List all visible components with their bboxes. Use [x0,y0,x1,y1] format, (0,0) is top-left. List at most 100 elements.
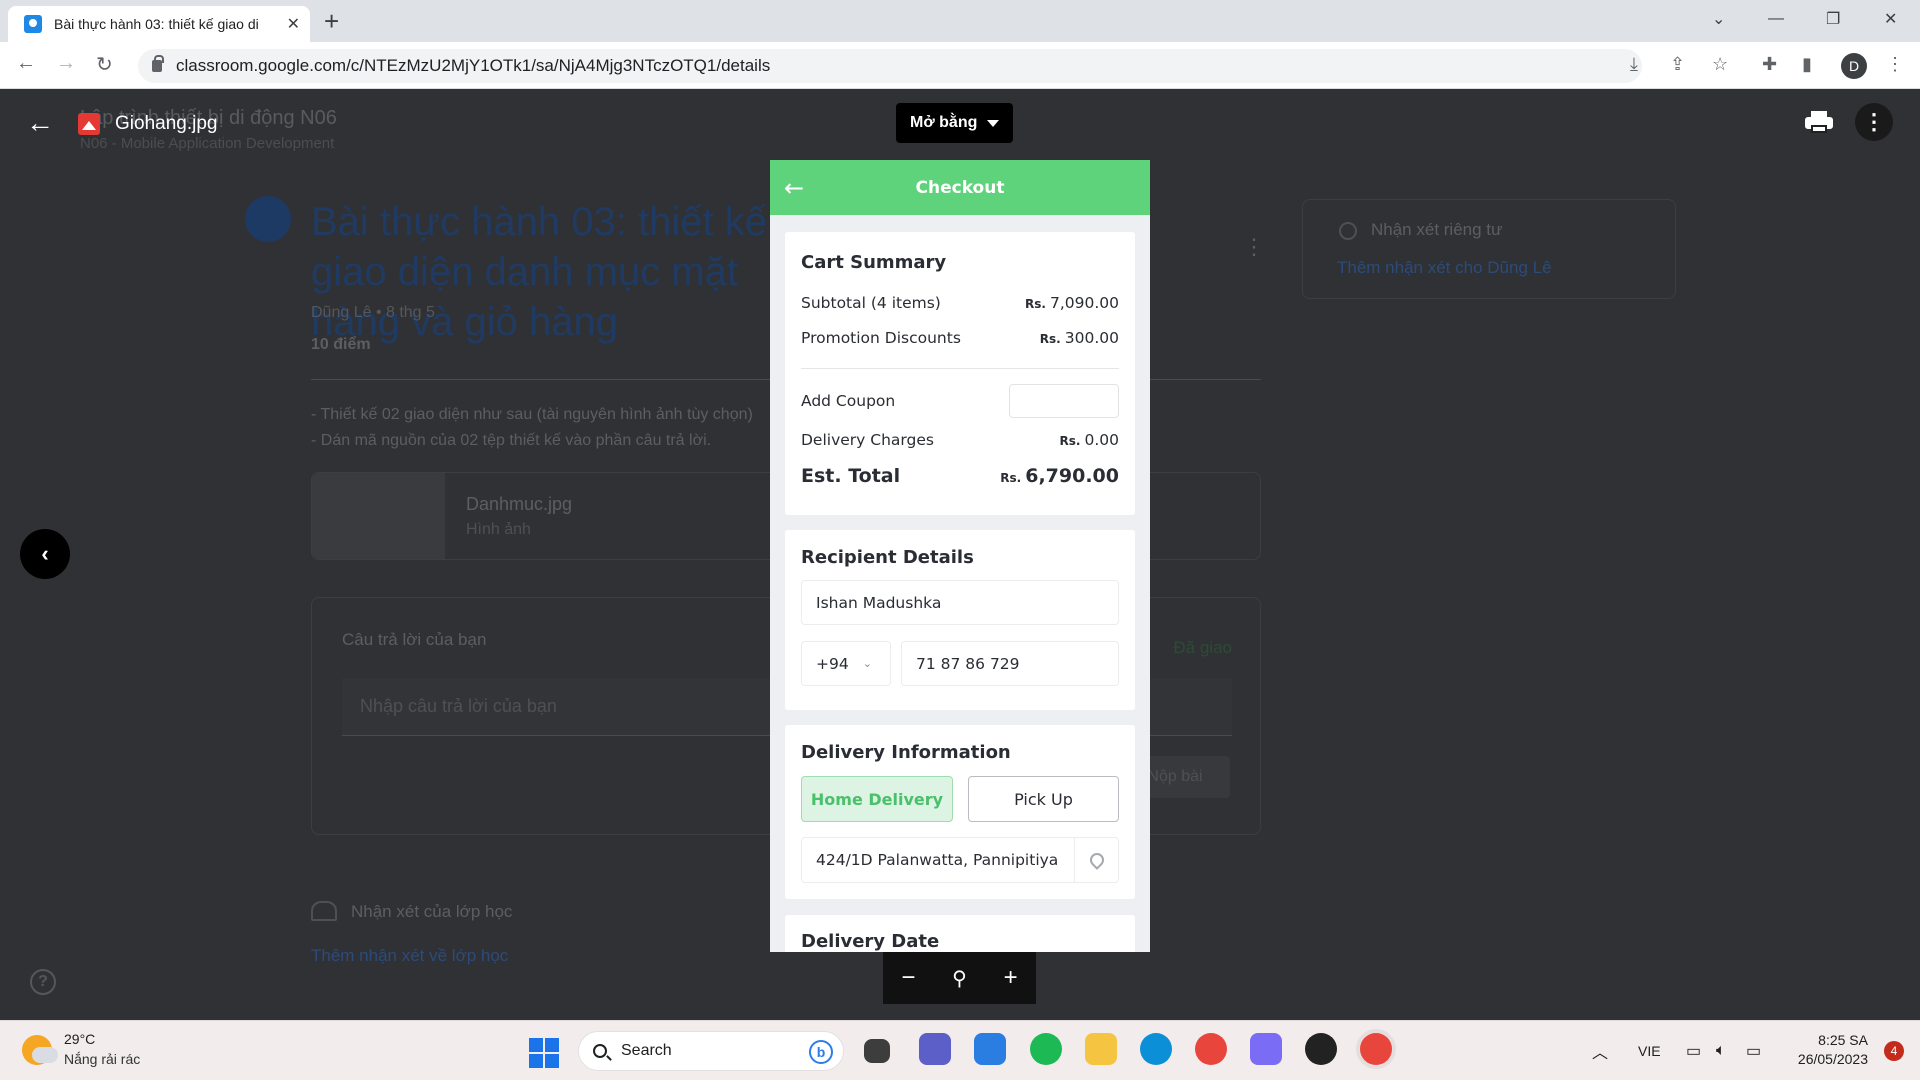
profile-avatar[interactable]: D [1841,53,1867,79]
restore-icon[interactable]: ❐ [1826,0,1840,38]
add-class-comment-link: Thêm nhận xét về lớp học [311,946,509,965]
answer-title: Câu trả lời của bạn [342,630,487,649]
currency-label: Rs. [1000,471,1022,485]
url-text: classroom.google.com/c/NTEzMzU2MjY1OTk1/… [176,56,771,75]
image-preview: ← Checkout Cart Summary Subtotal (4 item… [770,160,1150,952]
coupon-label: Add Coupon [801,392,896,410]
chrome-profile-icon[interactable] [1360,1033,1392,1065]
minimize-icon[interactable]: — [1768,0,1784,38]
search-label: Search [621,1042,672,1059]
person-icon [1339,222,1357,240]
battery-icon[interactable]: ▭ [1746,1021,1761,1080]
assignment-title: Bài thực hành 03: thiết kế giao diện dan… [311,200,767,344]
people-icon [311,901,337,921]
network-icon[interactable]: ▭ [1686,1021,1701,1080]
reload-icon[interactable]: ↻ [96,52,113,77]
subtotal-label: Subtotal (4 items) [801,294,941,312]
lock-icon[interactable] [152,55,164,72]
file-explorer-icon[interactable] [1085,1033,1117,1065]
viewer-toolbar: ← Giohang.jpg Mở bằng ⋮ [0,89,1920,159]
close-viewer-back-icon[interactable]: ← [26,107,54,139]
delivery-date-title: Delivery Date [801,931,940,952]
spotify-icon[interactable] [1030,1033,1062,1065]
share-icon[interactable]: ⇪ [1670,54,1685,75]
print-icon[interactable] [1805,111,1833,133]
zoom-in-icon[interactable]: + [1004,964,1018,992]
country-code-select: +94 ⌄ [801,641,891,686]
previous-file-button[interactable]: ‹ [20,529,70,579]
recipient-title: Recipient Details [801,547,974,568]
more-vert-icon[interactable]: ⋮ [1855,103,1893,141]
copilot-icon[interactable] [1250,1033,1282,1065]
clock-date: 26/05/2023 [1797,1051,1868,1067]
teams-chat-icon[interactable] [919,1033,951,1065]
notification-badge[interactable]: 4 [1884,1041,1904,1061]
chrome-menu-icon[interactable]: ⋮ [1886,54,1904,75]
private-comments-label: Nhận xét riêng tư [1371,220,1503,239]
zoom-controls: − ⚲ + [883,952,1036,1004]
country-code-value: +94 [816,654,849,673]
taskbar: 29°C Nắng rải rác Search b ︿ VIE ▭ 🔈︎ ▭ … [0,1020,1920,1080]
currency-label: Rs. [1039,332,1061,346]
currency-label: Rs. [1059,434,1081,448]
side-panel-icon[interactable]: ▮ [1802,54,1812,75]
delivery-information-card: Delivery Information Home Delivery Pick … [785,725,1135,899]
address-field: 424/1D Palanwatta, Pannipitiya [801,837,1119,883]
temperature: 29°C [64,1031,96,1047]
bookmark-star-icon[interactable]: ☆ [1712,54,1728,75]
answer-status: Đã giao [1173,638,1232,657]
assignment-points: 10 điểm [311,336,371,353]
edge-icon[interactable] [1140,1033,1172,1065]
assignment-description: - Thiết kế 02 giao diện như sau (tài ngu… [311,402,753,454]
browser-tab[interactable]: Bài thực hành 03: thiết kế giao di ✕ [8,6,310,42]
media-player-icon[interactable] [1305,1033,1337,1065]
volume-icon[interactable]: 🔈︎ [1716,1021,1726,1080]
phone-number-field: 71 87 86 729 [901,641,1119,686]
est-total-label: Est. Total [801,465,901,487]
cloud-icon [32,1047,58,1063]
input-language[interactable]: VIE [1638,1021,1661,1080]
todo-icon[interactable] [974,1033,1006,1065]
delivery-charges-row: Delivery Charges Rs. 0.00 [801,431,1119,449]
back-icon[interactable]: ← [16,52,36,75]
chrome-icon[interactable] [1195,1033,1227,1065]
install-icon[interactable]: ⤓ [1630,54,1638,75]
system-clock[interactable]: 8:25 SA 26/05/2023 [1798,1031,1868,1069]
image-file-icon [78,113,100,135]
zoom-reset-icon[interactable]: ⚲ [952,966,967,991]
attachment-thumbnail [312,473,445,559]
checkout-header: ← Checkout [770,160,1150,215]
viewer-file-name: Giohang.jpg [115,113,218,134]
chevron-down-icon: ⌄ [862,657,872,670]
recipient-name-field: Ishan Madushka [801,580,1119,625]
pickup-option: Pick Up [968,776,1119,822]
open-with-button[interactable]: Mở bằng [896,103,1014,143]
task-view-icon[interactable] [864,1039,890,1063]
home-delivery-option: Home Delivery [801,776,953,822]
divider [801,368,1119,369]
dropdown-caret-icon [987,119,1000,127]
extensions-icon[interactable]: ✚ [1762,54,1777,75]
windows-start-icon[interactable] [529,1038,559,1068]
address-bar[interactable]: classroom.google.com/c/NTEzMzU2MjY1OTk1/… [138,49,1642,83]
taskbar-search[interactable]: Search b [578,1031,844,1071]
zoom-out-icon[interactable]: − [901,964,915,992]
subtotal-value: 7,090.00 [1049,294,1119,312]
delivery-date-card: Delivery Date [785,915,1135,952]
close-window-icon[interactable]: ✕ [1884,0,1897,38]
forward-icon[interactable]: → [56,52,76,75]
show-hidden-icons-icon[interactable]: ︿ [1592,1021,1608,1080]
new-tab-button[interactable]: + [324,6,339,36]
tab-close-icon[interactable]: ✕ [287,14,300,34]
private-comments-card: Nhận xét riêng tư Thêm nhận xét cho Dũng… [1302,199,1676,299]
delivery-charges-value: 0.00 [1084,431,1119,449]
promotion-row: Promotion Discounts Rs. 300.00 [801,329,1119,347]
classroom-favicon-icon [24,15,42,33]
class-comments-label: Nhận xét của lớp học [351,902,513,921]
tab-search-icon[interactable]: ⌄ [1712,0,1725,38]
est-total-row: Est. Total Rs. 6,790.00 [801,465,1119,487]
recipient-details-card: Recipient Details Ishan Madushka +94 ⌄ 7… [785,530,1135,710]
currency-label: Rs. [1025,297,1046,311]
bing-icon[interactable]: b [809,1040,833,1064]
description-line: - Thiết kế 02 giao diện như sau (tài ngu… [311,406,753,423]
